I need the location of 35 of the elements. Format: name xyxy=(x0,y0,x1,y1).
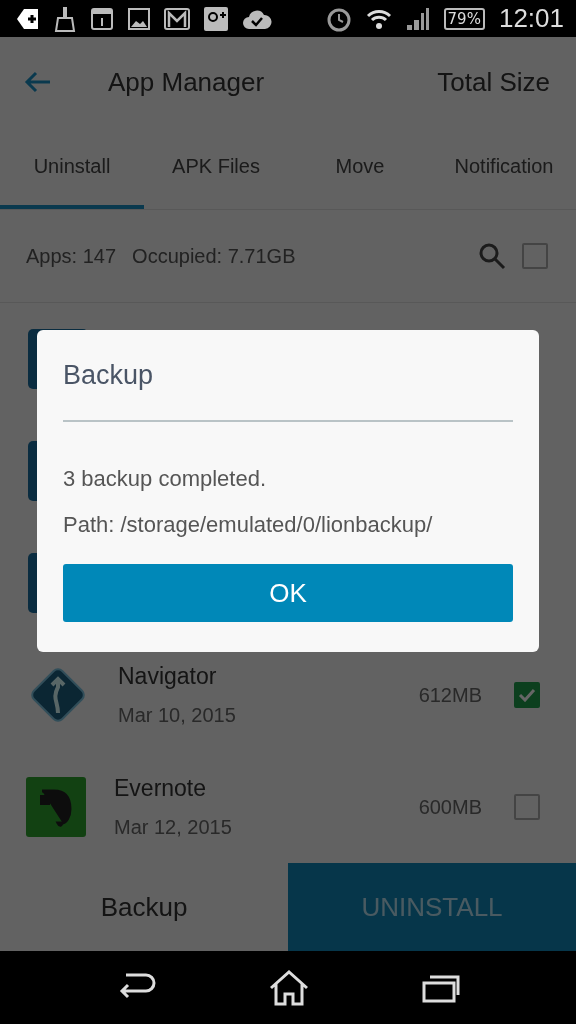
uninstall-button[interactable]: UNINSTALL xyxy=(288,863,576,952)
app-name: Navigator xyxy=(118,663,218,691)
install-date: Mar 12, 2015 xyxy=(114,816,233,840)
ok-button[interactable]: OK xyxy=(63,564,513,623)
back-arrow-icon[interactable] xyxy=(24,70,52,95)
image-icon xyxy=(128,7,150,30)
install-date: Mar 10, 2015 xyxy=(118,704,237,728)
tab[interactable]: Move xyxy=(288,127,432,210)
app-checkbox[interactable] xyxy=(514,794,540,821)
tab[interactable]: Notification xyxy=(432,127,576,210)
google-plus-icon xyxy=(204,6,228,31)
mail-icon xyxy=(164,7,190,30)
search-icon[interactable] xyxy=(478,242,506,271)
medical-cross-icon xyxy=(16,6,40,31)
occupied-size: Occupied: 7.71GB xyxy=(132,244,296,268)
tab[interactable]: Uninstall xyxy=(0,127,144,210)
select-all-checkbox[interactable] xyxy=(522,243,548,270)
broom-icon xyxy=(54,5,76,32)
dialog-message: 3 backup completed. xyxy=(63,466,268,493)
battery-indicator: 79% xyxy=(443,7,485,30)
apps-count: Apps: 147 xyxy=(26,244,117,268)
tab[interactable]: APK Files xyxy=(144,127,288,210)
checkmark-icon xyxy=(518,688,536,703)
calendar-icon xyxy=(90,6,114,31)
sort-button[interactable]: Total Size xyxy=(437,66,550,98)
clock: 12:01 xyxy=(498,3,564,35)
app-size: 612MB xyxy=(418,683,482,707)
signal-icon xyxy=(405,6,430,31)
dialog-title: Backup xyxy=(63,330,513,423)
app-size: 600MB xyxy=(418,795,482,819)
home-icon[interactable] xyxy=(269,969,309,1006)
app-name: Evernote xyxy=(114,775,208,803)
app-title: App Manager xyxy=(108,66,266,98)
backup-path: Path: /storage/emulated/0/lionbackup/ xyxy=(63,512,434,539)
app-checkbox[interactable] xyxy=(514,682,540,709)
